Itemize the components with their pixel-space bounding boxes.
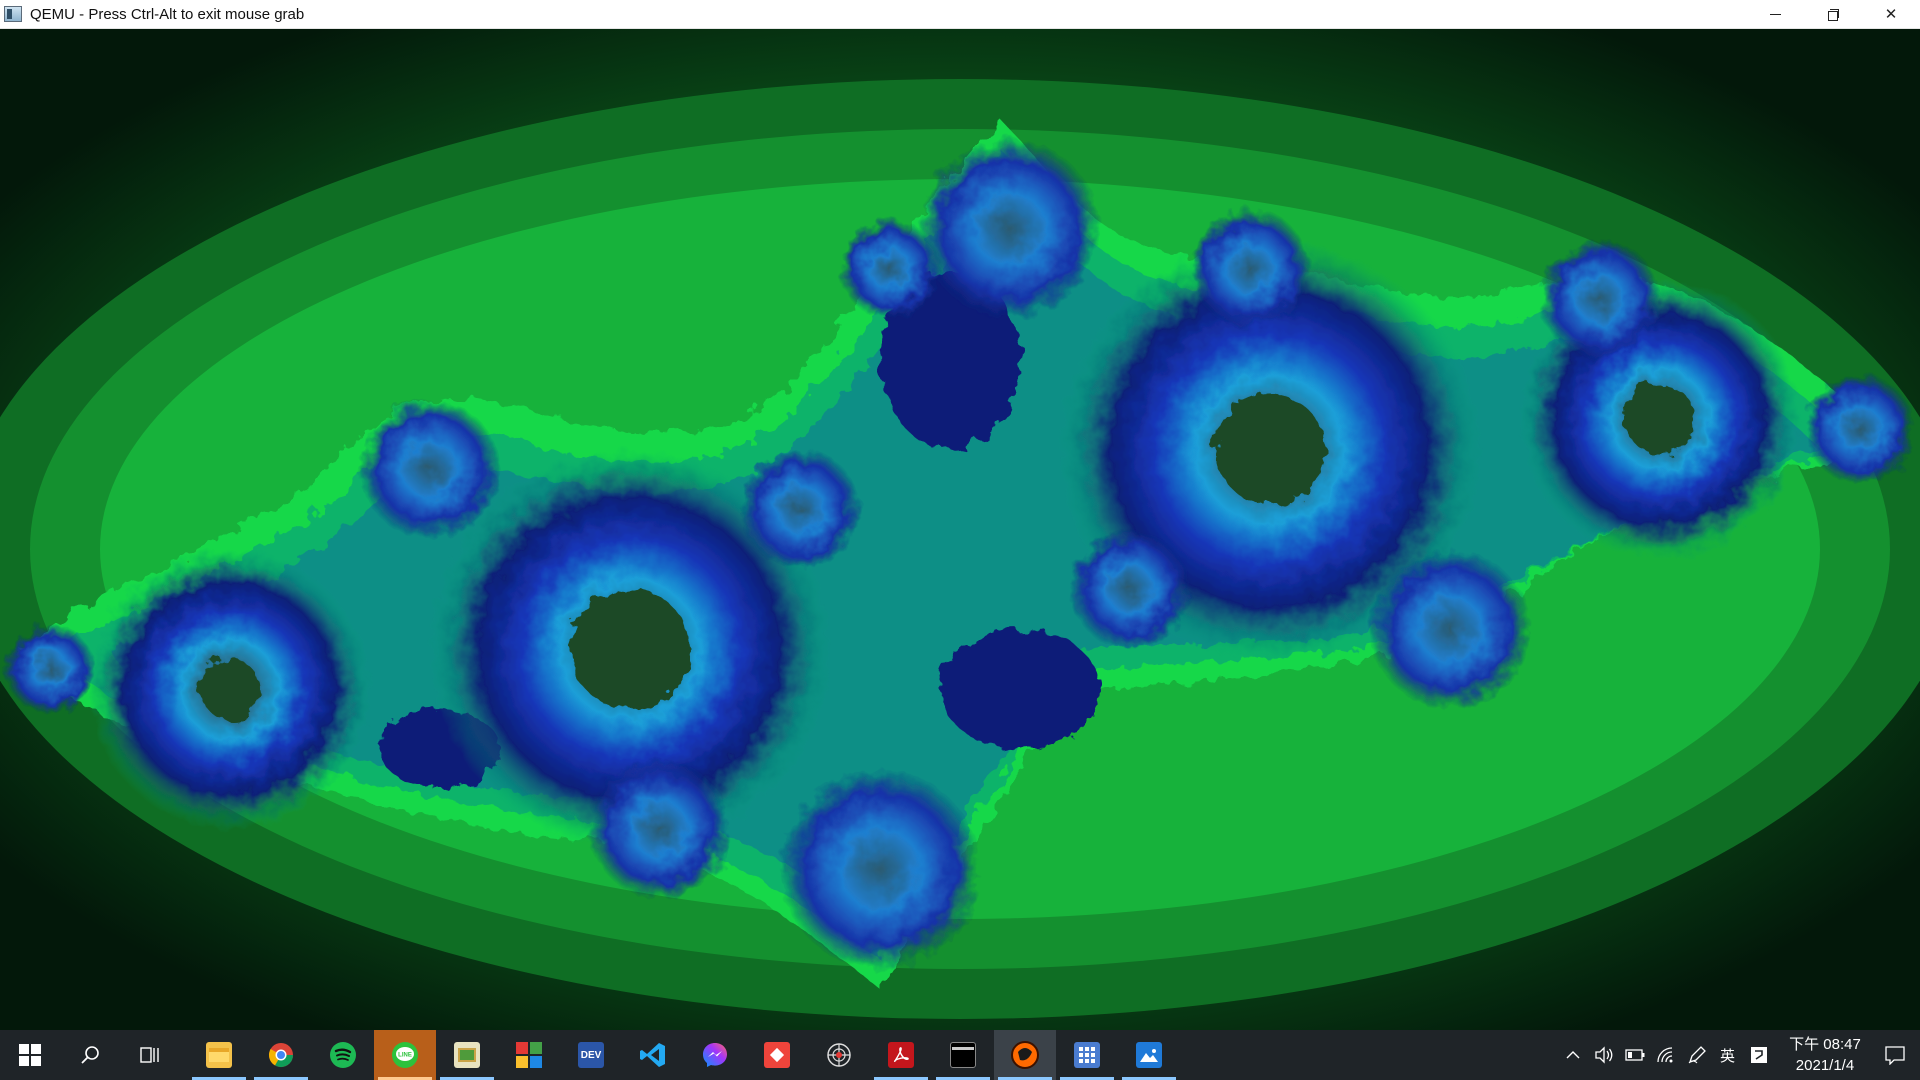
task-view-icon [140, 1047, 159, 1063]
line-icon: LINE [392, 1042, 418, 1068]
taskbar-vscode[interactable] [622, 1030, 684, 1080]
qemu-icon [1011, 1041, 1039, 1069]
minimize-button[interactable] [1746, 0, 1804, 29]
close-button[interactable]: ✕ [1862, 0, 1920, 29]
image-editor-icon [454, 1042, 480, 1068]
close-icon: ✕ [1884, 6, 1898, 23]
ime-label: 英 [1719, 1047, 1735, 1065]
battery-button[interactable] [1619, 1030, 1650, 1080]
minimize-icon [1769, 13, 1781, 15]
system-tray: 英 下午 08:47 2021/1/4 [1557, 1030, 1920, 1080]
speaker-icon [1594, 1046, 1612, 1064]
taskbar-chrome[interactable] [250, 1030, 312, 1080]
fractal-image [0, 29, 1920, 1030]
search-button[interactable] [60, 1030, 120, 1080]
pen-button[interactable] [1681, 1030, 1712, 1080]
terminal-icon [950, 1042, 976, 1068]
start-button[interactable] [0, 1030, 60, 1080]
taskbar-acrobat[interactable] [870, 1030, 932, 1080]
notification-icon [1885, 1046, 1905, 1065]
input-method-button[interactable]: 英 [1712, 1030, 1743, 1080]
taskbar-colorful-grid[interactable] [498, 1030, 560, 1080]
taskbar-qemu[interactable] [994, 1030, 1056, 1080]
network-button[interactable] [1650, 1030, 1681, 1080]
window-controls: ✕ [1746, 0, 1920, 29]
ime-mode-button[interactable] [1743, 1030, 1774, 1080]
ime-mode-icon [1750, 1047, 1767, 1063]
action-center-button[interactable] [1870, 1030, 1920, 1080]
taskbar-spotify[interactable] [312, 1030, 374, 1080]
photos-icon [1136, 1042, 1162, 1068]
restore-button[interactable] [1804, 0, 1862, 29]
search-icon [81, 1046, 99, 1064]
pen-icon [1688, 1046, 1706, 1064]
restore-icon [1827, 8, 1839, 21]
anydesk-icon [764, 1042, 790, 1068]
spider-icon [827, 1043, 851, 1067]
messenger-icon [703, 1043, 727, 1067]
taskbar-calculator[interactable] [1056, 1030, 1118, 1080]
taskbar-anydesk[interactable] [746, 1030, 808, 1080]
spotify-icon [330, 1042, 356, 1068]
taskbar-devcpp[interactable]: DEV [560, 1030, 622, 1080]
clock-time: 下午 08:47 [1789, 1036, 1861, 1053]
wifi-icon [1656, 1047, 1672, 1063]
battery-icon [1624, 1049, 1644, 1061]
windows-icon [19, 1044, 41, 1066]
chevron-up-icon [1566, 1051, 1579, 1059]
show-hidden-icons-button[interactable] [1557, 1030, 1588, 1080]
taskbar-file-explorer[interactable] [188, 1030, 250, 1080]
volume-button[interactable] [1588, 1030, 1619, 1080]
clock-date: 2021/1/4 [1795, 1057, 1855, 1074]
file-explorer-icon [206, 1042, 232, 1068]
taskbar-messenger[interactable] [684, 1030, 746, 1080]
clock[interactable]: 下午 08:47 2021/1/4 [1780, 1030, 1870, 1080]
devcpp-icon: DEV [578, 1042, 604, 1068]
guest-display[interactable] [0, 29, 1920, 1030]
taskbar: LINE DEV 英 下午 08:47 2021/1/4 [0, 1030, 1920, 1080]
colorful-grid-icon [516, 1042, 542, 1068]
svg-text:LINE: LINE [398, 1053, 412, 1059]
taskbar-apps: LINE DEV [188, 1030, 1180, 1080]
taskbar-photos[interactable] [1118, 1030, 1180, 1080]
task-view-button[interactable] [120, 1030, 180, 1080]
calculator-icon [1074, 1042, 1100, 1068]
vscode-icon [640, 1043, 665, 1067]
window-title: QEMU - Press Ctrl-Alt to exit mouse grab [30, 5, 305, 23]
acrobat-icon [888, 1042, 914, 1068]
chrome-icon [268, 1043, 293, 1068]
qemu-window-icon[interactable] [4, 6, 22, 22]
taskbar-line[interactable]: LINE [374, 1030, 436, 1080]
taskbar-spider[interactable] [808, 1030, 870, 1080]
taskbar-terminal[interactable] [932, 1030, 994, 1080]
taskbar-image-editor[interactable] [436, 1030, 498, 1080]
title-bar: QEMU - Press Ctrl-Alt to exit mouse grab… [0, 0, 1920, 29]
